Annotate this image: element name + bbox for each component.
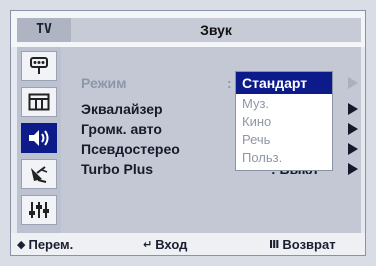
dropdown-option-movie[interactable]: Кино: [242, 114, 271, 130]
footer-return: Ⅲ Возврат: [269, 233, 336, 255]
return-icon: Ⅲ: [269, 239, 280, 251]
footer-return-label: Возврат: [282, 237, 336, 252]
dropdown-option-standard[interactable]: Стандарт: [236, 72, 332, 94]
tv-menu-frame: TV Звук Режим: Эквалайзер Громк. авто П…: [0, 0, 376, 266]
turbo-plus-arrow-icon: [348, 163, 358, 175]
equalizer-arrow-icon: [348, 103, 358, 115]
move-icon: ◆: [17, 239, 26, 251]
sidebar-item-channel[interactable]: [21, 159, 57, 189]
sidebar-item-input[interactable]: [21, 51, 57, 81]
mode-arrow-icon: [348, 77, 358, 89]
footer-move-label: Перем.: [28, 237, 74, 252]
menu-row-turbo-plus[interactable]: Turbo Plus: [81, 159, 153, 179]
mode-dropdown[interactable]: Стандарт Муз. Кино Речь Польз.: [235, 71, 333, 171]
auto-volume-arrow-icon: [348, 123, 358, 135]
mode-colon: :: [227, 75, 232, 91]
menu-row-auto-volume[interactable]: Громк. авто: [81, 119, 162, 139]
input-icon: [30, 57, 48, 74]
dropdown-option-speech[interactable]: Речь: [242, 132, 270, 148]
footer-move: ◆ Перем.: [17, 233, 74, 255]
sidebar-item-picture[interactable]: [21, 87, 57, 117]
menu-row-equalizer[interactable]: Эквалайзер: [81, 99, 163, 119]
picture-icon: [28, 93, 50, 111]
channel-icon: [31, 166, 48, 183]
menu-footer: ◆ Перем. ↵ Вход Ⅲ Возврат: [11, 233, 365, 255]
menu-header: TV Звук: [11, 11, 365, 47]
footer-enter-label: Вход: [155, 237, 188, 252]
menu-sidebar: [17, 47, 61, 233]
footer-enter: ↵ Вход: [143, 233, 188, 255]
sound-icon: [29, 130, 49, 146]
enter-icon: ↵: [143, 239, 153, 251]
menu-row-pseudo-stereo[interactable]: Псевдостерео: [81, 139, 180, 159]
sidebar-item-setup[interactable]: [21, 195, 57, 225]
menu-row-mode[interactable]: Режим: [81, 73, 126, 93]
dropdown-option-custom[interactable]: Польз.: [242, 150, 282, 166]
pseudo-stereo-arrow-icon: [348, 143, 358, 155]
dropdown-option-music[interactable]: Муз.: [242, 96, 269, 112]
sidebar-item-sound[interactable]: [21, 123, 57, 153]
menu-content: Режим : Эквалайзер Громк. авто Псевдосте…: [61, 47, 361, 233]
setup-icon: [29, 202, 49, 218]
osd-screen: TV Звук Режим: Эквалайзер Громк. авто П…: [10, 10, 366, 256]
tv-tab: TV: [17, 18, 71, 42]
page-title: Звук: [71, 18, 361, 42]
